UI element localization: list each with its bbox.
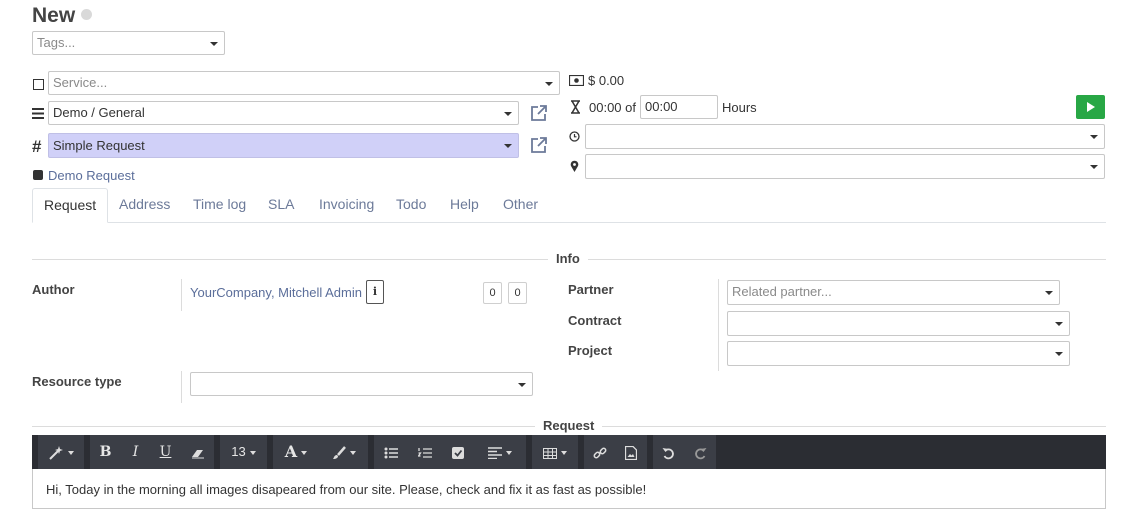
author-link[interactable]: YourCompany, Mitchell Admin <box>190 285 362 300</box>
tab-request[interactable]: Request <box>32 188 109 223</box>
page-title: New <box>32 4 76 27</box>
author-label: Author <box>32 282 75 297</box>
toolbar-group-history <box>653 435 716 469</box>
planned-hours-input[interactable]: 00:00 <box>640 95 718 119</box>
project-select[interactable] <box>727 341 1070 366</box>
service-checkbox-icon[interactable] <box>33 79 44 90</box>
request-editor[interactable]: Hi, Today in the morning all images disa… <box>32 469 1106 509</box>
price-value: $ 0.00 <box>588 73 625 88</box>
location-select[interactable] <box>585 154 1105 179</box>
author-count-b[interactable]: 0 <box>508 282 527 304</box>
chevron-down-icon <box>518 383 526 387</box>
tab-time-log[interactable]: Time log <box>193 188 246 221</box>
hash-icon: # <box>32 137 42 156</box>
request-type-value: Simple Request <box>53 138 145 153</box>
kind-link[interactable]: Demo Request <box>48 168 135 183</box>
tab-help[interactable]: Help <box>450 188 479 221</box>
category-value: Demo / General <box>53 105 145 120</box>
hourglass-icon <box>571 100 580 114</box>
chevron-down-icon <box>210 42 218 46</box>
paint-brush-icon[interactable] <box>319 435 368 469</box>
italic-icon[interactable]: I <box>121 435 150 469</box>
tags-select[interactable]: Tags... <box>32 31 225 55</box>
chevron-down-icon <box>504 144 512 148</box>
toolbar-group-font: B I U <box>90 435 214 469</box>
resource-type-select[interactable] <box>190 372 533 396</box>
toolbar-group-paragraph <box>374 435 526 469</box>
align-dropdown-icon[interactable] <box>474 435 526 469</box>
field-divider <box>181 279 182 311</box>
font-size-dropdown[interactable]: 13 <box>220 435 267 469</box>
money-icon <box>569 75 584 86</box>
contract-label: Contract <box>568 313 622 328</box>
undo-icon[interactable] <box>653 435 684 469</box>
toolbar-group-table <box>532 435 578 469</box>
category-select[interactable]: Demo / General <box>48 101 519 125</box>
toolbar-group-color: A <box>273 435 368 469</box>
project-label: Project <box>568 343 613 358</box>
link-icon[interactable] <box>584 435 615 469</box>
partner-label: Partner <box>568 282 614 297</box>
font-color-icon[interactable]: A <box>273 435 319 469</box>
author-count-a[interactable]: 0 <box>483 282 502 304</box>
external-link-icon[interactable] <box>529 135 549 155</box>
deadline-select[interactable] <box>585 124 1105 149</box>
tab-sla[interactable]: SLA <box>268 188 294 221</box>
eraser-icon[interactable] <box>181 435 214 469</box>
editor-toolbar: B I U 13 A <box>32 435 1106 469</box>
time-spent: 00:00 of <box>589 100 636 115</box>
numbered-list-icon[interactable] <box>408 435 441 469</box>
request-section-title: Request <box>535 418 603 433</box>
chevron-down-icon <box>1045 291 1053 295</box>
tab-todo[interactable]: Todo <box>396 188 426 221</box>
info-section-title: Info <box>548 251 588 266</box>
editor-text: Hi, Today in the morning all images disa… <box>46 482 647 497</box>
location-pin-icon <box>570 160 579 172</box>
external-link-icon[interactable] <box>529 103 549 123</box>
chevron-down-icon <box>545 82 553 86</box>
bullet-list-icon[interactable] <box>374 435 408 469</box>
chevron-down-icon <box>1090 135 1098 139</box>
field-divider <box>181 371 182 403</box>
partner-placeholder: Related partner... <box>732 284 832 299</box>
resource-type-label: Resource type <box>32 374 122 389</box>
tab-bar: Request Address Time log SLA Invoicing T… <box>32 188 1106 223</box>
chevron-down-icon <box>1055 322 1063 326</box>
table-icon[interactable] <box>532 435 578 469</box>
menu-lines-icon <box>32 108 44 119</box>
planned-hours-value: 00:00 <box>645 99 678 114</box>
service-select[interactable]: Service... <box>48 71 560 95</box>
partner-select[interactable]: Related partner... <box>727 280 1060 305</box>
toolbar-group-size: 13 <box>220 435 267 469</box>
image-icon[interactable] <box>615 435 647 469</box>
field-divider <box>718 279 719 371</box>
tab-invoicing[interactable]: Invoicing <box>319 188 374 221</box>
bold-icon[interactable]: B <box>90 435 121 469</box>
checklist-icon[interactable] <box>441 435 474 469</box>
toolbar-group-style <box>38 435 84 469</box>
start-timer-button[interactable] <box>1076 95 1105 119</box>
tab-address[interactable]: Address <box>119 188 170 221</box>
kind-square-icon <box>33 170 43 180</box>
redo-icon[interactable] <box>684 435 716 469</box>
play-icon <box>1087 102 1095 112</box>
tags-placeholder: Tags... <box>37 35 76 50</box>
contract-select[interactable] <box>727 311 1070 336</box>
author-info-button[interactable]: i <box>366 280 384 304</box>
font-size-value: 13 <box>231 444 246 459</box>
chevron-down-icon <box>504 112 512 116</box>
chevron-down-icon <box>1055 352 1063 356</box>
service-placeholder: Service... <box>53 75 108 90</box>
hours-unit: Hours <box>722 100 757 115</box>
chevron-down-icon <box>1090 165 1098 169</box>
tab-other[interactable]: Other <box>503 188 538 221</box>
request-type-select[interactable]: Simple Request <box>48 133 519 158</box>
magic-wand-icon[interactable] <box>38 435 84 469</box>
toolbar-group-insert <box>584 435 647 469</box>
status-dot-icon[interactable] <box>81 9 92 20</box>
underline-icon[interactable]: U <box>150 435 181 469</box>
clock-icon <box>569 131 580 142</box>
